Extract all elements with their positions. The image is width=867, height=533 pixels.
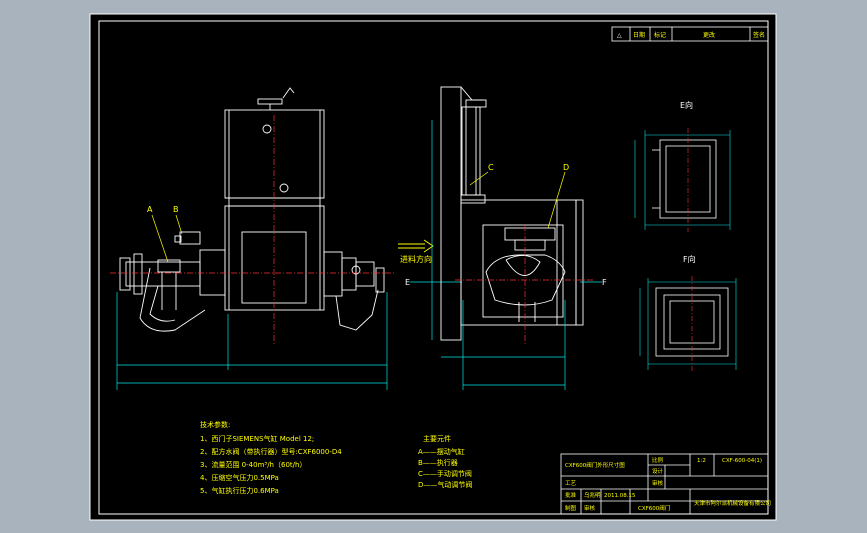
- section-e-label: E: [405, 278, 410, 287]
- check-label: 审核: [652, 479, 664, 487]
- approve-label: 批准: [565, 491, 577, 499]
- callout-b: B: [173, 205, 179, 214]
- parts-title: 主要元件: [423, 434, 451, 443]
- callout-d: D: [563, 163, 569, 172]
- rev-header-5: 签名: [753, 31, 765, 39]
- drawer-name: 乌兆明: [584, 491, 601, 499]
- e-view-title: E向: [680, 100, 693, 110]
- drawing-name: CXF600阀门外形尺寸图: [565, 461, 625, 469]
- rev-header-3: 标记: [654, 31, 666, 39]
- design-label: 设计: [652, 467, 664, 475]
- rev-header-1: △: [617, 32, 622, 39]
- tech-item-2: 2、配方水阀（带执行器）型号:CXF6000-D4: [200, 447, 342, 456]
- part-name: CXF600阀门: [638, 504, 670, 512]
- rev-header-2: 日期: [633, 31, 645, 39]
- tech-item-1: 1、西门子SIEMENS气缸 Model 12;: [200, 434, 314, 443]
- part-c: C——手动调节阀: [418, 469, 472, 478]
- section-f-label: F: [602, 278, 607, 287]
- cad-drawing-canvas: △ 日期 标记 更改 签名 A B 进料方向 E F C D E向 F向 技术参…: [89, 13, 777, 521]
- review-label: 审核: [584, 504, 596, 512]
- part-b: B——执行器: [418, 458, 458, 467]
- callout-c: C: [488, 163, 494, 172]
- part-d: D——气动调节阀: [418, 480, 472, 489]
- callout-a: A: [147, 205, 153, 214]
- feed-direction-label: 进料方向: [400, 254, 432, 264]
- tech-title: 技术参数:: [200, 420, 230, 429]
- drawing-number: CXF-600-04(1): [722, 458, 762, 464]
- draw-date: 2011.08.15: [604, 493, 636, 499]
- tech-item-3: 3、流量范围 0-40m³/h（60t/h）: [200, 460, 306, 469]
- company-name: 天津市阿尔派机械设备有限公司: [694, 499, 771, 507]
- f-view-title: F向: [683, 254, 696, 264]
- scale-label: 比例: [652, 456, 664, 464]
- tech-item-5: 5、气缸执行压力0.6MPa: [200, 486, 279, 495]
- craft-label: 工艺: [565, 480, 577, 487]
- draw-label: 制图: [565, 504, 577, 512]
- part-a: A——摆动气缸: [418, 447, 465, 456]
- rev-header-4: 更改: [703, 31, 715, 39]
- tech-item-4: 4、压缩空气压力0.5MPa: [200, 473, 279, 482]
- scale-value: 1:2: [697, 458, 706, 464]
- drawing-sheet: [89, 13, 777, 521]
